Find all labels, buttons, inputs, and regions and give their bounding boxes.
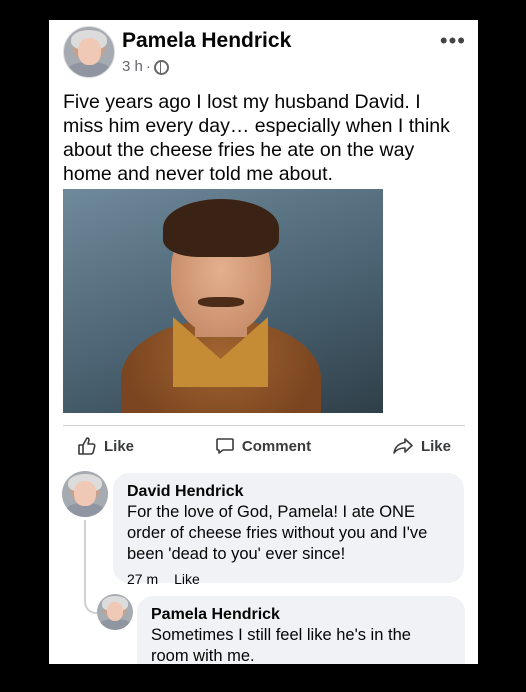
- post-time[interactable]: 3 h: [122, 58, 143, 75]
- more-icon[interactable]: •••: [440, 28, 466, 54]
- like-button[interactable]: Like: [63, 436, 148, 456]
- post-author-name[interactable]: Pamela Hendrick: [122, 29, 291, 53]
- comment-icon: [216, 438, 234, 454]
- author-avatar[interactable]: [63, 26, 115, 78]
- post-card: Pamela Hendrick 3 h · ••• Five years ago…: [49, 20, 478, 664]
- comment-author-name[interactable]: David Hendrick: [127, 481, 450, 502]
- globe-icon: [153, 60, 169, 75]
- meta-separator: ·: [145, 58, 151, 75]
- comment-text: For the love of God, Pamela! I ate ONE o…: [127, 503, 428, 563]
- comment-label: Comment: [241, 437, 312, 455]
- comment-button[interactable]: Comment: [201, 436, 325, 456]
- comment-like-link[interactable]: Like: [174, 571, 200, 587]
- like-label: Like: [104, 437, 135, 455]
- reply-text: Sometimes I still feel like he's in the …: [151, 626, 411, 664]
- commenter-avatar[interactable]: [62, 471, 108, 517]
- action-bar: Like Comment Like: [63, 425, 465, 466]
- post-text: Five years ago I lost my husband David. …: [63, 91, 450, 185]
- reply-author-name[interactable]: Pamela Hendrick: [151, 604, 451, 625]
- comment-bubble: David Hendrick For the love of God, Pame…: [113, 473, 464, 583]
- share-button[interactable]: Like: [378, 436, 465, 456]
- post-photo[interactable]: [63, 189, 383, 413]
- reply-thread-line: [84, 520, 100, 614]
- share-label: Like: [420, 437, 451, 455]
- comment-time[interactable]: 27 m: [127, 571, 158, 587]
- post-meta: 3 h ·: [122, 58, 169, 75]
- reply-avatar[interactable]: [97, 594, 133, 630]
- like-icon: [78, 437, 96, 455]
- share-icon: [393, 438, 413, 454]
- comment-meta: 27 m Like: [127, 571, 200, 587]
- reply-bubble: Pamela Hendrick Sometimes I still feel l…: [137, 596, 465, 664]
